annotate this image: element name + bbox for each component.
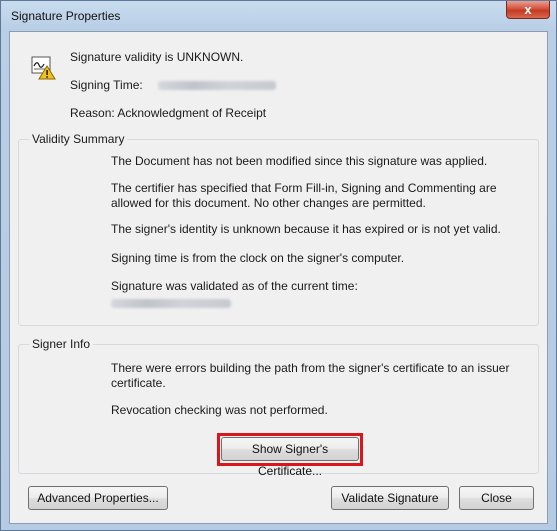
certificate-button-highlight [217, 433, 363, 466]
validity-status: Signature validity is UNKNOWN. [70, 50, 244, 64]
validated-time-redacted [111, 299, 231, 309]
signing-time-value-redacted [158, 81, 277, 91]
validity-line-identity: The signer's identity is unknown because… [111, 222, 501, 236]
dialog-client-area: Signature validity is UNKNOWN. Signing T… [9, 31, 548, 524]
validity-summary-label: Validity Summary [29, 132, 128, 146]
validated-time-row [111, 296, 511, 311]
validate-signature-button[interactable]: Validate Signature [331, 486, 449, 510]
signing-time-label: Signing Time: [70, 78, 143, 92]
signature-properties-dialog: Signature Properties x Signature validit… [0, 0, 557, 531]
window-title: Signature Properties [11, 9, 121, 23]
signing-time-row: Signing Time: [70, 78, 277, 92]
close-window-button[interactable]: x [506, 1, 550, 19]
validity-line-modified: The Document has not been modified since… [111, 154, 488, 168]
reason-text: Reason: Acknowledgment of Receipt [70, 106, 267, 120]
signature-warning-icon [31, 56, 56, 80]
validity-summary-group: Validity Summary The Document has not be… [18, 132, 539, 326]
signer-line-revocation: Revocation checking was not performed. [111, 403, 328, 417]
validity-line-certifier: The certifier has specified that Form Fi… [111, 181, 497, 210]
signer-line-path-errors: There were errors building the path from… [111, 361, 510, 390]
signer-info-label: Signer Info [29, 337, 94, 351]
validity-line-signing-time: Signing time is from the clock on the si… [111, 251, 405, 265]
close-button[interactable]: Close [459, 486, 534, 510]
validity-line-validated: Signature was validated as of the curren… [111, 279, 358, 293]
advanced-properties-button[interactable]: Advanced Properties... [28, 486, 168, 510]
title-bar[interactable]: Signature Properties x [1, 1, 556, 31]
